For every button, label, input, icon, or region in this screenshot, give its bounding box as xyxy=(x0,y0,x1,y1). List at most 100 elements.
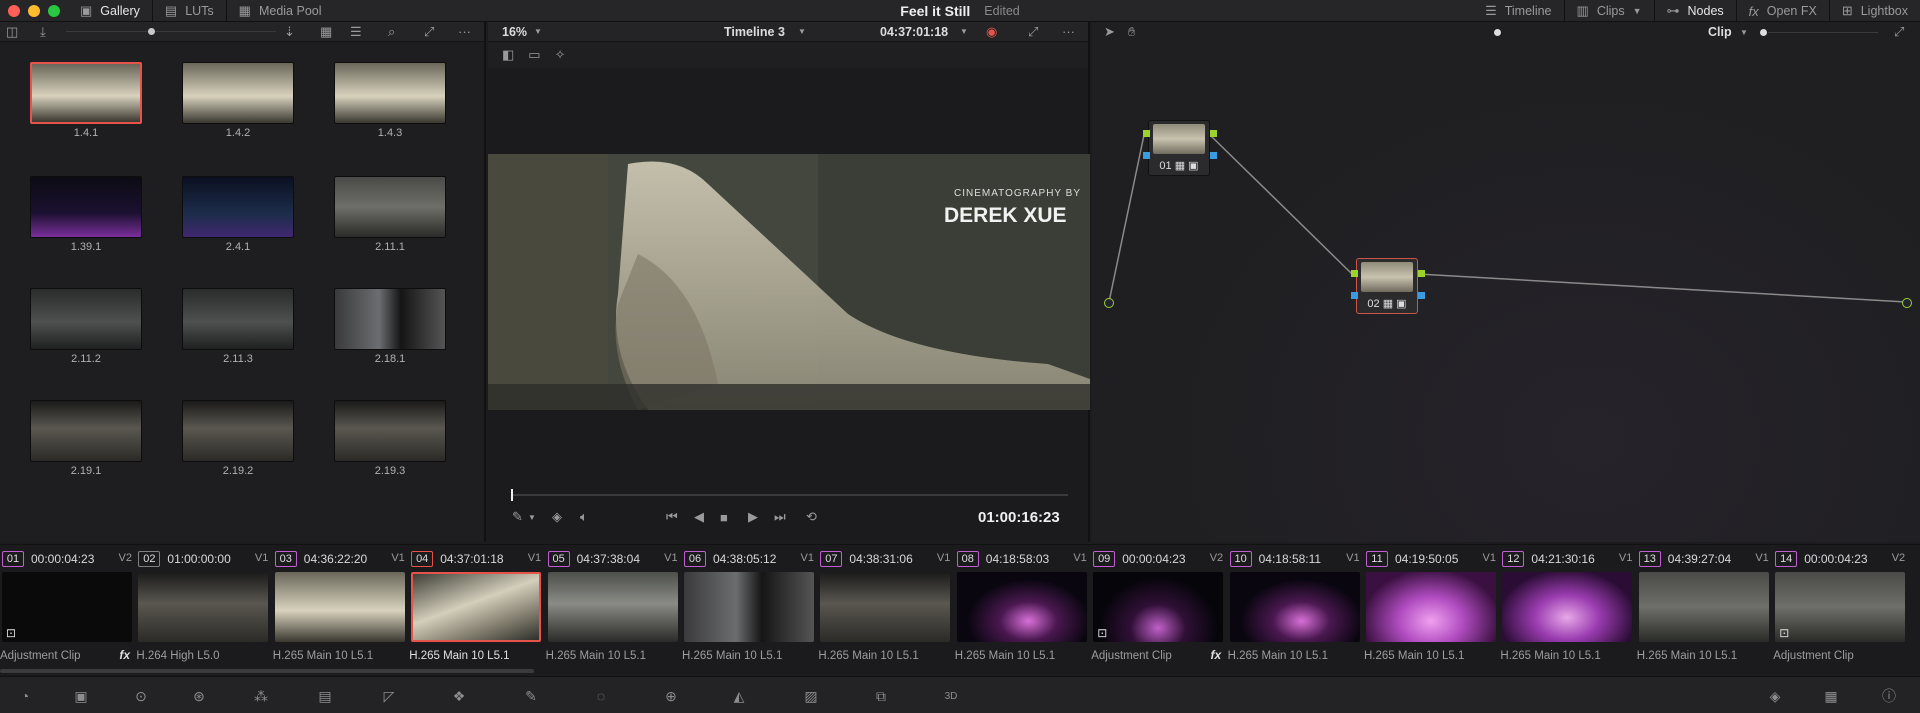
minimize-window-button[interactable] xyxy=(28,4,40,17)
node-01[interactable]: 01 ▦ ▣ xyxy=(1148,120,1210,176)
split-view-icon[interactable]: ◧ xyxy=(502,47,514,63)
close-window-button[interactable] xyxy=(8,4,20,17)
clip-04[interactable]: 04 04:37:01:18 V1 H.265 Main 10 L5.1 xyxy=(409,545,545,673)
color-warper-icon[interactable]: ❖ xyxy=(448,685,470,707)
gallery-still[interactable]: 1.39.1 xyxy=(30,176,142,253)
gallery-still[interactable]: 2.18.1 xyxy=(334,288,446,365)
node-01-output-key[interactable] xyxy=(1210,152,1217,159)
step-back-icon[interactable]: ◀ xyxy=(694,509,704,525)
node-01-input-key[interactable] xyxy=(1143,152,1150,159)
node-02-input-rgb[interactable] xyxy=(1351,270,1358,277)
magic-mask-icon[interactable]: ◭ xyxy=(728,685,750,707)
viewer-zoom[interactable]: 16% xyxy=(502,25,527,39)
tab-timeline[interactable]: ☰ Timeline xyxy=(1473,0,1563,22)
gallery-still[interactable]: 2.11.2 xyxy=(30,288,142,365)
clip-13[interactable]: 13 04:39:27:04 V1 H.265 Main 10 L5.1 xyxy=(1637,545,1773,673)
sidebar-toggle-icon[interactable]: ◫ xyxy=(6,24,18,40)
timeline-selector[interactable]: Timeline 3 xyxy=(724,25,785,39)
fx-icon[interactable]: fx xyxy=(1211,648,1222,662)
timeline-chevron-icon[interactable]: ▼ xyxy=(798,27,806,36)
key-icon[interactable]: ⧉ xyxy=(870,685,892,707)
loop-icon[interactable]: ⟲ xyxy=(806,509,817,525)
fx-icon[interactable]: fx xyxy=(119,648,130,662)
gallery-still[interactable]: 2.19.2 xyxy=(182,400,294,477)
image-wipe-icon[interactable]: ▭ xyxy=(528,47,540,63)
clip-14[interactable]: 14 00:00:04:23 V2 ⊡ Adjustment Clip xyxy=(1773,545,1909,673)
gallery-still[interactable]: 1.4.3 xyxy=(334,62,446,139)
viewer-scrubber[interactable] xyxy=(511,489,1068,501)
clip-08[interactable]: 08 04:18:58:03 V1 H.265 Main 10 L5.1 xyxy=(955,545,1091,673)
search-icon[interactable]: ⌕ xyxy=(388,24,395,40)
maximize-window-button[interactable] xyxy=(48,4,60,17)
grab-still-icon[interactable]: ⤓ xyxy=(40,24,46,40)
hdr-icon[interactable]: ⊛ xyxy=(188,685,210,707)
eyedropper-chevron-icon[interactable]: ▼ xyxy=(528,513,536,522)
keyframes-icon[interactable]: ◈ xyxy=(1764,685,1786,707)
scopes-icon[interactable]: ▦ xyxy=(1820,685,1842,707)
tracker-icon[interactable]: ⊕ xyxy=(660,685,682,707)
window-icon[interactable]: ◌ xyxy=(590,685,612,707)
color-wheel-icon[interactable]: ◉ xyxy=(986,24,997,40)
clip-01[interactable]: 01 00:00:04:23 V2 ⊡ Adjustment Clip fx xyxy=(0,545,136,673)
gallery-still[interactable]: 2.11.1 xyxy=(334,176,446,253)
gallery-still[interactable]: 2.19.3 xyxy=(334,400,446,477)
zoom-chevron-icon[interactable]: ▼ xyxy=(534,27,542,36)
gallery-still[interactable]: 1.4.2 xyxy=(182,62,294,139)
clip-10[interactable]: 10 04:18:58:11 V1 H.265 Main 10 L5.1 xyxy=(1228,545,1364,673)
node-output-dot[interactable] xyxy=(1902,298,1912,308)
grid-view-icon[interactable]: ▦ xyxy=(320,24,332,40)
go-to-end-icon[interactable]: ⏭︎ xyxy=(774,509,786,525)
tab-media-pool[interactable]: ▦ Media Pool xyxy=(227,0,334,22)
list-view-icon[interactable]: ☰ xyxy=(350,24,362,40)
blur-icon[interactable]: ▨ xyxy=(800,685,822,707)
clip-12[interactable]: 12 04:21:30:16 V1 H.265 Main 10 L5.1 xyxy=(1500,545,1636,673)
clip-05[interactable]: 05 04:37:38:04 V1 H.265 Main 10 L5.1 xyxy=(546,545,682,673)
more-options-icon[interactable]: ··· xyxy=(458,24,471,39)
tab-luts[interactable]: ▤ LUTs xyxy=(153,0,227,22)
magic-wand-icon[interactable]: ✧ xyxy=(555,47,566,63)
rgb-mixer-icon[interactable]: ⁂ xyxy=(250,685,272,707)
tab-gallery[interactable]: ▣ Gallery xyxy=(68,0,153,22)
play-icon[interactable]: ▶ xyxy=(748,509,758,525)
camera-raw-icon[interactable]: ◔ xyxy=(14,685,36,707)
fullscreen-icon[interactable]: ⤢ xyxy=(1028,24,1038,40)
gallery-zoom-slider-handle[interactable] xyxy=(148,28,155,35)
playhead[interactable] xyxy=(511,489,513,501)
node-02[interactable]: 02 ▦ ▣ xyxy=(1356,258,1418,314)
stop-icon[interactable]: ■ xyxy=(720,510,728,525)
node-02-input-key[interactable] xyxy=(1351,292,1358,299)
clip-03[interactable]: 03 04:36:22:20 V1 H.265 Main 10 L5.1 xyxy=(273,545,409,673)
3d-icon[interactable]: 3D xyxy=(940,685,962,707)
node-01-output-rgb[interactable] xyxy=(1210,130,1217,137)
clip-06[interactable]: 06 04:38:05:12 V1 H.265 Main 10 L5.1 xyxy=(682,545,818,673)
clip-09[interactable]: 09 00:00:04:23 V2 ⊡ Adjustment Clip fx xyxy=(1091,545,1227,673)
node-01-input-rgb[interactable] xyxy=(1143,130,1150,137)
go-to-start-icon[interactable]: ⏮︎ xyxy=(666,509,678,525)
gallery-still[interactable]: 2.11.3 xyxy=(182,288,294,365)
clip-11[interactable]: 11 04:19:50:05 V1 H.265 Main 10 L5.1 xyxy=(1364,545,1500,673)
highlight-icon[interactable]: ◈ xyxy=(552,509,562,525)
qualifier-icon[interactable]: ✎ xyxy=(520,685,542,707)
node-02-output-key[interactable] xyxy=(1418,292,1425,299)
audio-icon[interactable]: 🔈︎ xyxy=(580,509,588,525)
primaries-icon[interactable]: ⊙ xyxy=(130,685,152,707)
viewer-more-icon[interactable]: ··· xyxy=(1062,24,1075,39)
curves-icon[interactable]: ◸ xyxy=(378,685,400,707)
color-match-icon[interactable]: ▣ xyxy=(70,685,92,707)
sort-icon[interactable]: ⇣ xyxy=(284,24,295,40)
tab-clips[interactable]: ▥ Clips ▼ xyxy=(1563,0,1654,22)
gallery-still[interactable]: 1.4.1 xyxy=(30,62,142,139)
gallery-still[interactable]: 2.19.1 xyxy=(30,400,142,477)
info-icon[interactable]: ⓘ xyxy=(1878,685,1900,707)
motion-effects-icon[interactable]: ▤ xyxy=(314,685,336,707)
expand-icon[interactable]: ⤢ xyxy=(424,24,434,40)
node-02-output-rgb[interactable] xyxy=(1418,270,1425,277)
tab-open-fx[interactable]: fx Open FX xyxy=(1735,0,1829,22)
eyedropper-icon[interactable]: ✎ xyxy=(512,509,523,525)
viewer-timecode[interactable]: 04:37:01:18 xyxy=(880,25,948,39)
clip-02[interactable]: 02 01:00:00:00 V1 H.264 High L5.0 xyxy=(136,545,272,673)
tab-lightbox[interactable]: ⊞ Lightbox xyxy=(1828,0,1920,22)
gallery-still[interactable]: 2.4.1 xyxy=(182,176,294,253)
tab-nodes[interactable]: ⊶ Nodes xyxy=(1653,0,1736,22)
timecode-chevron-icon[interactable]: ▼ xyxy=(960,27,968,36)
